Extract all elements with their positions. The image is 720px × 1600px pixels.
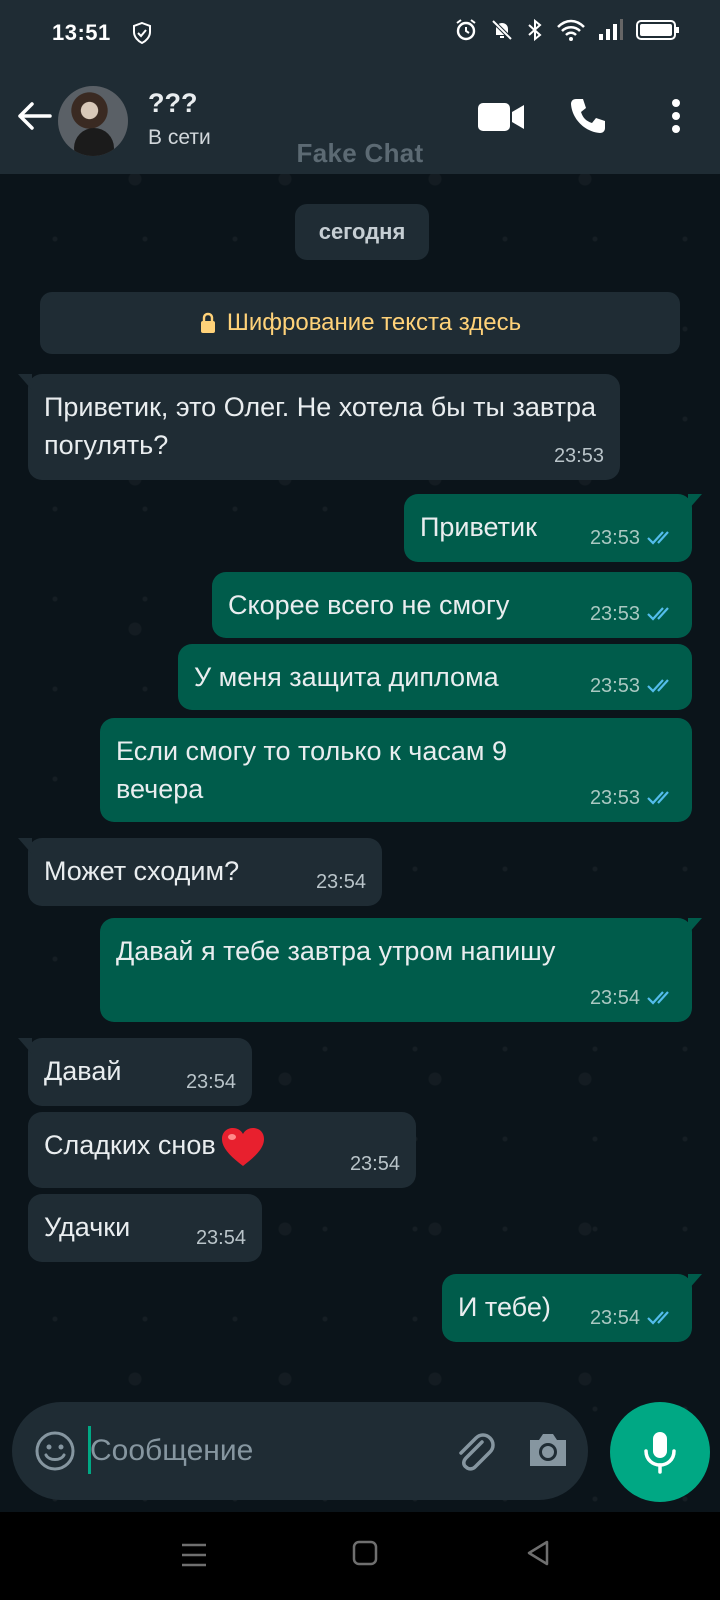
camera-icon[interactable] — [526, 1428, 570, 1472]
nav-back-icon[interactable] — [526, 1540, 550, 1566]
lock-icon — [200, 312, 215, 333]
message-time: 23:53 — [589, 527, 640, 549]
message-text: Если смогу то только к часам 9 вечера — [116, 736, 507, 804]
message-incoming[interactable]: Сладких снов 23:54 — [28, 1112, 416, 1188]
home-icon[interactable] — [352, 1540, 378, 1566]
more-vert-icon[interactable] — [662, 96, 690, 136]
read-receipt-icon — [647, 679, 669, 693]
message-outgoing[interactable]: Давай я тебе завтра утром напишу 23:54 — [100, 918, 702, 1022]
wifi-icon — [557, 19, 585, 41]
message-outgoing[interactable]: Приветик 23:53 — [404, 494, 702, 562]
status-time: 13:51 — [52, 20, 111, 45]
message-time: 23:54 — [185, 1071, 236, 1093]
battery-icon — [636, 20, 679, 40]
status-bar: 13:51 — [0, 0, 720, 66]
message-time: 23:53 — [589, 603, 640, 625]
chat-area[interactable]: сегодня Шифрование текста здесь Приветик… — [0, 174, 720, 1512]
message-outgoing[interactable]: И тебе) 23:54 — [442, 1274, 702, 1342]
emoji-icon[interactable] — [34, 1430, 76, 1472]
message-incoming[interactable]: Приветик, это Олег. Не хотела бы ты завт… — [18, 374, 620, 480]
phone-icon[interactable] — [568, 96, 608, 136]
message-time: 23:54 — [589, 987, 640, 1009]
read-receipt-icon — [647, 1311, 669, 1325]
message-incoming[interactable]: Может сходим? 23:54 — [18, 838, 382, 906]
message-time: 23:54 — [349, 1153, 400, 1175]
message-input[interactable] — [90, 1426, 430, 1476]
read-receipt-icon — [647, 791, 669, 805]
encryption-notice[interactable]: Шифрование текста здесь — [40, 292, 680, 354]
message-time: 23:53 — [589, 675, 640, 697]
message-outgoing[interactable]: Скорее всего не смогу 23:53 — [212, 572, 692, 638]
message-time: 23:53 — [553, 445, 604, 467]
message-incoming[interactable]: Удачки 23:54 — [28, 1194, 262, 1262]
read-receipt-icon — [647, 607, 669, 621]
message-time: 23:54 — [589, 1307, 640, 1329]
read-receipt-icon — [647, 991, 669, 1005]
message-text: Приветик, это Олег. Не хотела бы ты завт… — [44, 392, 596, 460]
encryption-notice-text: Шифрование текста здесь — [226, 309, 522, 336]
video-call-icon[interactable] — [476, 100, 526, 134]
system-nav-bar — [0, 1512, 720, 1600]
red-heart-emoji-icon — [221, 1128, 264, 1166]
date-divider: сегодня — [295, 204, 429, 260]
recent-apps-icon[interactable] — [180, 1540, 208, 1570]
message-incoming[interactable]: Давай 23:54 — [18, 1038, 252, 1106]
voice-record-button[interactable] — [610, 1402, 710, 1502]
mute-icon — [491, 19, 513, 41]
app-watermark: Fake Chat — [296, 138, 424, 168]
bluetooth-icon — [528, 18, 542, 42]
signal-icon — [599, 19, 623, 40]
read-receipt-icon — [647, 531, 669, 545]
message-composer — [12, 1402, 588, 1500]
shield-icon — [133, 22, 151, 44]
message-time: 23:53 — [589, 787, 640, 809]
message-time: 23:54 — [195, 1227, 246, 1249]
back-arrow-icon[interactable] — [14, 96, 54, 136]
paperclip-icon[interactable] — [452, 1428, 496, 1474]
message-text: Давай я тебе завтра утром напишу — [116, 936, 556, 966]
message-text: Сладких снов — [44, 1130, 216, 1161]
alarm-icon — [456, 19, 476, 41]
contact-name[interactable]: ??? — [148, 88, 197, 119]
message-outgoing[interactable]: Если смогу то только к часам 9 вечера 23… — [100, 718, 692, 822]
message-time: 23:54 — [315, 871, 366, 893]
microphone-icon — [644, 1432, 676, 1474]
message-outgoing[interactable]: У меня защита диплома 23:53 — [178, 644, 692, 710]
